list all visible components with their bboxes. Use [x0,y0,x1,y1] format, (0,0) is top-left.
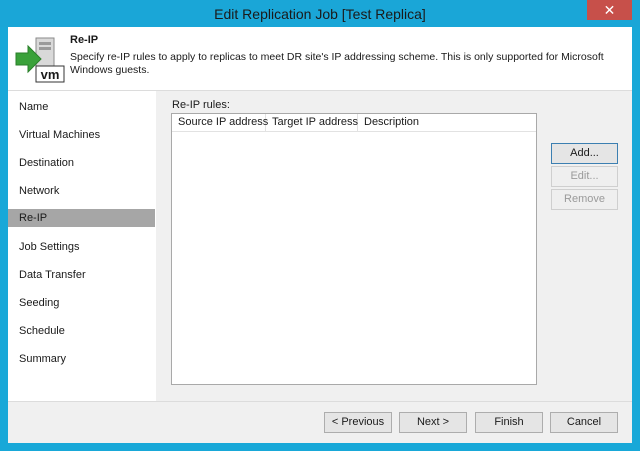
nav-item-summary[interactable]: Summary [8,350,155,368]
close-button[interactable]: ✕ [587,0,632,20]
dialog-client-area: vm Re-IP Specify re-IP rules to apply to… [8,27,632,443]
nav-item-job-settings[interactable]: Job Settings [8,238,155,256]
nav-item-name[interactable]: Name [8,98,155,116]
window-title: Edit Replication Job [Test Replica] [214,6,426,22]
nav-item-re-ip[interactable]: Re-IP [8,209,155,227]
nav-item-data-transfer[interactable]: Data Transfer [8,266,155,284]
nav-item-destination[interactable]: Destination [8,154,155,172]
add-button[interactable]: Add... [551,143,618,164]
title-bar[interactable]: Edit Replication Job [Test Replica] ✕ [0,0,640,27]
vm-replica-icon: vm [15,37,65,83]
finish-button[interactable]: Finish [475,412,543,433]
nav-item-schedule[interactable]: Schedule [8,322,155,340]
list-header: Source IP address Target IP address Desc… [172,114,536,132]
rules-label: Re-IP rules: [172,99,230,111]
re-ip-rules-list[interactable]: Source IP address Target IP address Desc… [171,113,537,385]
dialog-window: Edit Replication Job [Test Replica] ✕ vm… [0,0,640,451]
wizard-main-panel: Re-IP rules: Source IP address Target IP… [156,91,632,401]
previous-button[interactable]: < Previous [324,412,392,433]
wizard-header: vm Re-IP Specify re-IP rules to apply to… [8,27,632,91]
wizard-footer: < Previous Next > Finish Cancel [8,402,632,443]
vm-icon-text: vm [41,67,60,82]
page-title: Re-IP [70,34,99,46]
cancel-button[interactable]: Cancel [550,412,618,433]
wizard-nav: Name Virtual Machines Destination Networ… [8,91,156,401]
next-button[interactable]: Next > [399,412,467,433]
remove-button[interactable]: Remove [551,189,618,210]
nav-item-seeding[interactable]: Seeding [8,294,155,312]
column-target-ip[interactable]: Target IP address [266,114,358,131]
nav-item-network[interactable]: Network [8,182,155,200]
close-icon: ✕ [603,2,616,18]
column-description[interactable]: Description [358,114,536,131]
nav-item-virtual-machines[interactable]: Virtual Machines [8,126,155,144]
page-description: Specify re-IP rules to apply to replicas… [70,51,604,76]
column-source-ip[interactable]: Source IP address [172,114,268,131]
edit-button[interactable]: Edit... [551,166,618,187]
